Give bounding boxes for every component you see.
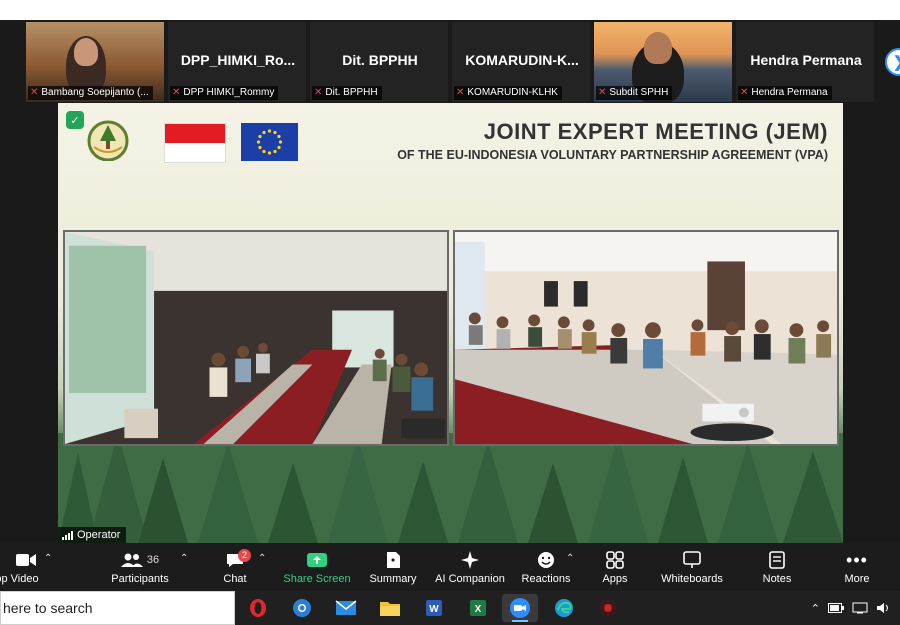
excel-icon[interactable]: X xyxy=(460,594,496,622)
battery-icon[interactable] xyxy=(828,603,844,613)
chat-badge: 2 xyxy=(238,549,252,562)
summary-button[interactable]: Summary xyxy=(366,543,420,591)
slide-title: JOINT EXPERT MEETING (JEM) xyxy=(483,119,828,144)
meeting-stage: ✕ Bambang Soepijanto (... DPP_HIMKI_Ro...… xyxy=(0,20,900,543)
participant-name: Hendra Permana xyxy=(750,52,862,68)
word-icon[interactable]: W xyxy=(416,594,452,622)
whiteboard-icon xyxy=(683,551,701,568)
share-screen-icon xyxy=(307,553,327,567)
participant-tile[interactable]: Dit. BPPHH ✕ Dit. BPPHH xyxy=(310,22,448,102)
eu-flag xyxy=(241,123,298,161)
participant-name: Dit. BPPHH xyxy=(342,52,418,68)
video-button[interactable]: op Video xyxy=(0,543,52,591)
shield-check-icon: ✓ xyxy=(66,111,84,129)
meeting-toolbar: op Video ⌃ 36 Participants ⌃ 2 Chat ⌃ Sh… xyxy=(0,543,900,591)
windows-taskbar: here to search W X ⌃ xyxy=(0,591,900,625)
meeting-room-photo-right xyxy=(453,230,839,446)
participant-name-label: ✕ Dit. BPPHH xyxy=(312,86,382,100)
participants-icon xyxy=(120,553,143,567)
participant-tile[interactable]: Hendra Permana ✕ Hendra Permana xyxy=(736,22,874,102)
indonesia-flag xyxy=(164,123,226,163)
muted-mic-icon: ✕ xyxy=(172,87,181,98)
notes-icon xyxy=(769,551,785,569)
file-explorer-icon[interactable] xyxy=(372,594,408,622)
share-screen-button[interactable]: Share Screen xyxy=(282,543,352,591)
svg-text:X: X xyxy=(475,604,482,615)
network-icon[interactable] xyxy=(852,602,868,614)
participant-strip: ✕ Bambang Soepijanto (... DPP_HIMKI_Ro...… xyxy=(26,22,874,102)
opera-icon[interactable] xyxy=(240,594,276,622)
participant-tile[interactable]: DPP_HIMKI_Ro... ✕ DPP HIMKI_Rommy xyxy=(168,22,306,102)
signal-bars-icon xyxy=(62,530,73,540)
more-button[interactable]: ••• More xyxy=(836,543,878,591)
shared-screen: ✓ JOINT EXPERT MEETING (JEM) OF THE EU-I… xyxy=(58,103,843,543)
chevron-right-icon[interactable]: ❯ xyxy=(885,48,900,76)
forest-background xyxy=(58,433,843,543)
window-top-strip xyxy=(0,0,900,20)
chevron-up-icon[interactable]: ⌃ xyxy=(44,553,52,564)
sparkle-icon xyxy=(461,551,479,569)
ai-companion-button[interactable]: AI Companion xyxy=(434,543,506,591)
chevron-up-icon[interactable]: ⌃ xyxy=(811,602,820,615)
muted-mic-icon: ✕ xyxy=(598,87,607,98)
participant-tile[interactable]: ✕ Subdit SPHH xyxy=(594,22,732,102)
participant-name-label: ✕ KOMARUDIN-KLHK xyxy=(454,86,562,100)
chevron-up-icon[interactable]: ⌃ xyxy=(180,553,188,564)
more-dots-icon: ••• xyxy=(846,549,868,570)
edge-icon[interactable] xyxy=(546,594,582,622)
muted-mic-icon: ✕ xyxy=(30,87,39,98)
participant-name: DPP_HIMKI_Ro... xyxy=(180,52,296,68)
muted-mic-icon: ✕ xyxy=(314,87,323,98)
chevron-up-icon[interactable]: ⌃ xyxy=(258,553,266,564)
whiteboards-button[interactable]: Whiteboards xyxy=(656,543,728,591)
taskbar-search-input[interactable]: here to search xyxy=(0,591,235,625)
reactions-button[interactable]: Reactions xyxy=(518,543,574,591)
svg-text:W: W xyxy=(429,604,439,615)
ministry-logo xyxy=(87,120,129,161)
meeting-room-photo-left xyxy=(63,230,449,446)
participant-name-label: ✕ Subdit SPHH xyxy=(596,86,673,100)
participant-name-label: ✕ Bambang Soepijanto (... xyxy=(28,86,153,100)
participant-name-label: ✕ DPP HIMKI_Rommy xyxy=(170,86,279,100)
slide-subtitle: OF THE EU-INDONESIA VOLUNTARY PARTNERSHI… xyxy=(397,148,828,162)
chevron-up-icon[interactable]: ⌃ xyxy=(566,553,574,564)
participant-tile[interactable]: ✕ Bambang Soepijanto (... xyxy=(26,22,164,102)
chrome-icon[interactable] xyxy=(284,594,320,622)
apps-icon xyxy=(606,551,624,569)
participant-tile[interactable]: KOMARUDIN-K... ✕ KOMARUDIN-KLHK xyxy=(452,22,590,102)
active-speaker-label: Operator xyxy=(58,527,127,543)
app-icon[interactable] xyxy=(590,594,626,622)
volume-icon[interactable] xyxy=(876,602,892,614)
summary-icon xyxy=(387,552,400,568)
muted-mic-icon: ✕ xyxy=(456,87,465,98)
mail-icon[interactable] xyxy=(328,594,364,622)
zoom-icon[interactable] xyxy=(502,594,538,622)
smiley-icon xyxy=(538,552,554,568)
apps-button[interactable]: Apps xyxy=(596,543,634,591)
participant-name: KOMARUDIN-K... xyxy=(465,52,579,68)
notes-button[interactable]: Notes xyxy=(756,543,798,591)
participants-button[interactable]: 36 Participants xyxy=(106,543,174,591)
muted-mic-icon: ✕ xyxy=(740,87,749,98)
chat-button[interactable]: 2 Chat xyxy=(210,543,260,591)
participant-name-label: ✕ Hendra Permana xyxy=(738,86,832,100)
system-tray: ⌃ xyxy=(811,591,892,625)
video-camera-icon xyxy=(16,554,36,566)
